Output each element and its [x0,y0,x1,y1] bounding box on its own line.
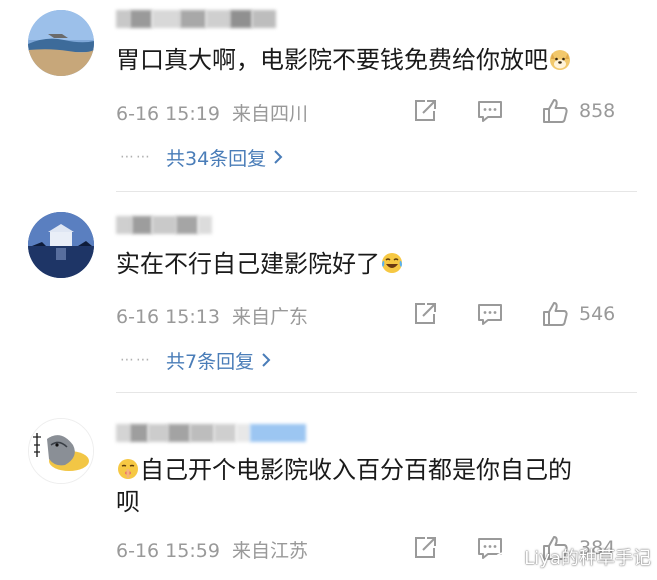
comment-time: 6-16 15:59 [116,540,220,562]
comment-meta: 6-16 15:19 来自四川 858 [116,97,626,125]
share-button[interactable] [412,534,438,562]
user-avatar[interactable] [28,10,94,76]
thumbs-up-icon [543,302,568,326]
comment-item: 胃口真大啊，电影院不要钱免费给你放吧 6-16 15:19 来自四川 858 ⋯… [0,0,657,191]
like-button[interactable]: 858 [541,97,615,125]
chevron-right-icon [262,353,271,367]
comment-feed: 胃口真大啊，电影院不要钱免费给你放吧 6-16 15:19 来自四川 858 ⋯… [0,0,657,580]
comment-location: 来自四川 [231,103,308,125]
comment-meta: 6-16 15:13 来自广东 546 [116,300,626,328]
like-count: 858 [579,100,616,122]
share-button[interactable] [412,300,438,328]
username-blurred[interactable] [116,214,212,236]
comment-text-continued: 呗 [116,488,140,516]
comment-location: 来自广东 [231,306,308,328]
replies-dots: ⋯⋯ [120,352,152,368]
share-icon [415,100,436,121]
comment-time: 6-16 15:13 [116,306,220,328]
share-icon [415,303,436,324]
comment-text: 实在不行自己建影院好了 [116,246,404,282]
user-avatar[interactable] [28,418,94,484]
user-avatar[interactable] [28,212,94,278]
comment-icon [478,304,502,325]
comment-item: 实在不行自己建影院好了 6-16 15:13 来自广东 546 ⋯⋯ 共7条回复 [0,194,657,392]
share-icon [415,537,436,558]
username-blurred[interactable] [116,422,306,444]
laugh-crying-face-icon [382,253,402,273]
comment-text: 胃口真大啊，电影院不要钱免费给你放吧 [116,42,572,78]
replies-dots: ⋯⋯ [120,149,152,165]
replies-label: 共7条回复 [166,350,255,373]
replies-label: 共34条回复 [166,147,267,170]
shush-face-icon [118,459,138,479]
weibo-logo-icon [494,548,519,568]
like-count: 546 [579,303,616,325]
watermark-text: Liya的种草手记 [524,548,651,569]
view-replies-link[interactable]: ⋯⋯ 共7条回复 [120,347,272,373]
comment-time: 6-16 15:19 [116,103,220,125]
view-replies-link[interactable]: ⋯⋯ 共34条回复 [120,144,284,170]
comment-location: 来自江苏 [231,540,308,562]
doge-face-icon [550,50,570,70]
comment-icon [478,101,502,122]
like-button[interactable]: 546 [541,300,615,328]
username-blurred[interactable] [116,8,276,30]
weibo-watermark: Liya的种草手记 [494,544,651,570]
comment-button[interactable] [476,300,504,328]
comment-button[interactable] [476,97,504,125]
thumbs-up-icon [543,99,568,123]
chevron-right-icon [274,150,283,164]
comment-text: 自己开个电影院收入百分百都是你自己的 [116,452,572,488]
share-button[interactable] [412,97,438,125]
divider [116,191,637,192]
